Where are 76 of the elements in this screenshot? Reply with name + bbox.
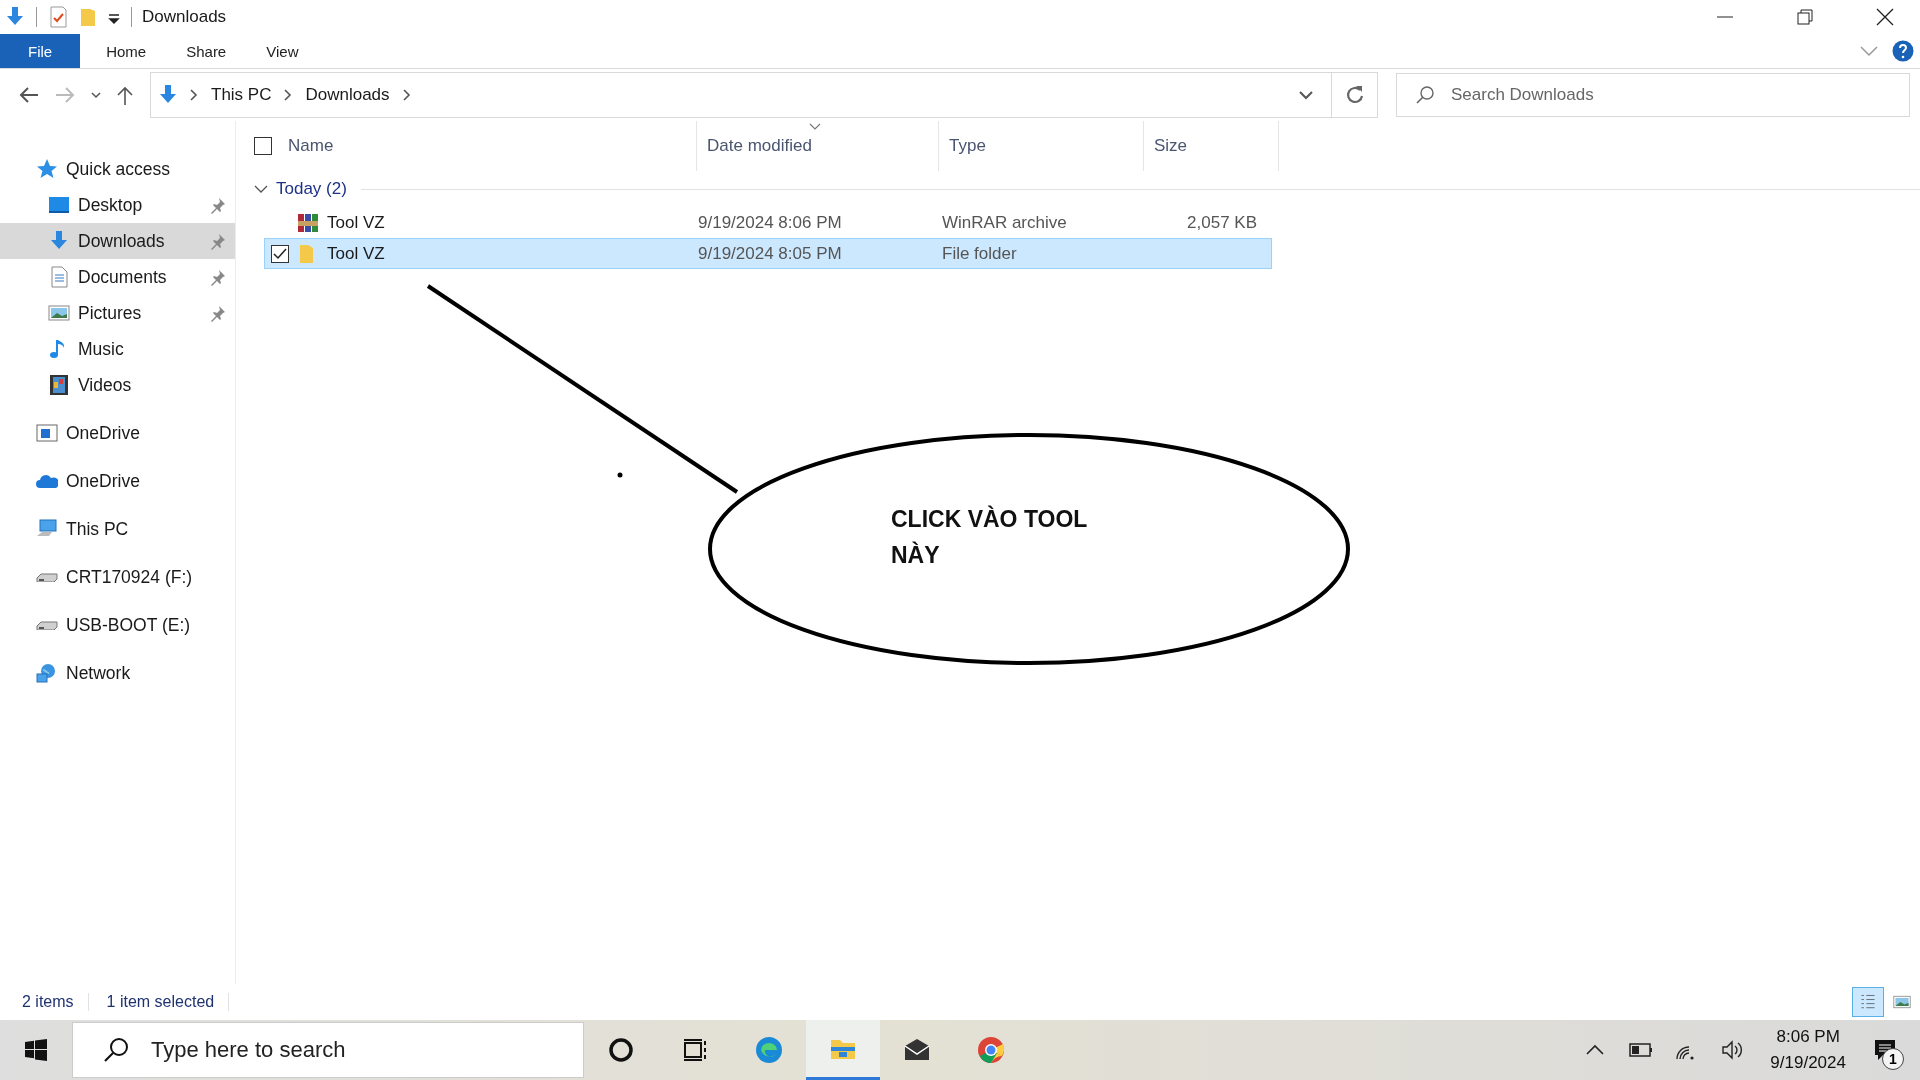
callout-text: CLICK VÀO TOOL NÀY	[891, 504, 1088, 570]
drive-icon	[36, 620, 58, 630]
window-title: Downloads	[142, 7, 228, 27]
pin-icon[interactable]	[209, 196, 227, 214]
pin-icon[interactable]	[209, 232, 227, 250]
picture-icon	[48, 302, 70, 324]
chrome-icon	[977, 1036, 1005, 1064]
chevron-down-icon	[1298, 90, 1314, 100]
address-bar[interactable]: This PC Downloads	[150, 72, 1378, 118]
ribbon-tab[interactable]: View	[246, 34, 319, 68]
details-view-button[interactable]	[1852, 987, 1884, 1017]
sidebar-item[interactable]: CRT170924 (F:)	[0, 559, 235, 595]
notification-center-button[interactable]: 1	[1860, 1020, 1910, 1080]
sidebar-item[interactable]: OneDrive	[0, 415, 235, 451]
help-icon[interactable]	[1892, 40, 1914, 62]
minimize-icon	[1717, 16, 1733, 18]
archive-books-icon	[297, 211, 319, 234]
breadcrumb[interactable]: Downloads	[303, 85, 392, 105]
windows-logo-icon	[24, 1038, 48, 1062]
sidebar-item[interactable]: OneDrive	[0, 463, 235, 499]
selection-info: 1 item selected	[106, 993, 230, 1011]
file-menu-tab[interactable]: File	[0, 34, 81, 68]
refresh-icon	[1344, 85, 1365, 105]
pin-icon[interactable]	[209, 268, 227, 286]
taskbar-search-box[interactable]: Type here to search	[72, 1022, 584, 1078]
file-row[interactable]: Tool VZ 9/19/2024 8:05 PM File folder	[264, 238, 1272, 269]
breadcrumb[interactable]: This PC	[209, 85, 274, 105]
row-checkbox[interactable]	[271, 244, 289, 263]
up-arrow-icon	[116, 85, 134, 105]
left-arrow-icon	[18, 85, 40, 105]
monitor-icon	[48, 194, 70, 216]
file-row[interactable]: Tool VZ 9/19/2024 8:06 PM WinRAR archive 2,057 KB	[264, 207, 1272, 238]
chevron-right-icon[interactable]	[283, 88, 294, 102]
circle-icon	[607, 1036, 635, 1064]
search-icon	[103, 1037, 129, 1063]
star-icon	[36, 158, 58, 180]
sidebar-item[interactable]: Desktop	[0, 187, 235, 223]
item-count: 2 items	[22, 993, 89, 1011]
pin-icon[interactable]	[209, 304, 227, 322]
column-header[interactable]: Size	[1144, 121, 1279, 171]
restore-icon	[1797, 9, 1813, 25]
sidebar-item[interactable]: This PC	[0, 511, 235, 547]
column-header[interactable]: Date modified	[697, 121, 939, 171]
checkmark-document-icon[interactable]	[47, 6, 69, 28]
sidebar-item[interactable]: Quick access	[0, 151, 235, 187]
search-icon	[1415, 85, 1435, 105]
sidebar-item[interactable]: Pictures	[0, 295, 235, 331]
film-icon	[48, 374, 70, 396]
drive-icon	[36, 572, 58, 582]
sidebar-item[interactable]: Documents	[0, 259, 235, 295]
ribbon-tab[interactable]: Share	[166, 34, 247, 68]
sidebar-item[interactable]: Videos	[0, 367, 235, 403]
edge-icon	[755, 1036, 783, 1064]
taskbar-search-field[interactable]: Type here to search	[149, 1024, 583, 1076]
chevron-down-icon[interactable]	[254, 184, 268, 194]
group-header[interactable]: Today (2)	[276, 179, 347, 199]
notification-count: 1	[1882, 1048, 1904, 1070]
ribbon-tab[interactable]: Home	[86, 34, 167, 68]
column-header[interactable]: Type	[939, 121, 1144, 171]
right-arrow-icon	[54, 85, 76, 105]
chevron-right-icon[interactable]	[189, 88, 199, 102]
document-icon	[48, 266, 70, 288]
chevron-right-icon[interactable]	[401, 88, 412, 102]
select-all-checkbox[interactable]	[254, 137, 272, 155]
sidebar-item[interactable]: Downloads	[0, 223, 235, 259]
checkmark-icon	[273, 246, 287, 261]
dot	[617, 472, 623, 478]
clock[interactable]: 8:06 PM 9/19/2024	[1756, 1024, 1860, 1076]
column-header[interactable]: Name	[288, 121, 697, 171]
sidebar-item[interactable]: Music	[0, 331, 235, 367]
task-view-icon	[681, 1036, 709, 1064]
globe-icon	[36, 662, 58, 684]
window-icon	[36, 422, 58, 444]
close-icon	[1876, 8, 1894, 26]
sidebar-item[interactable]: USB-BOOT (E:)	[0, 607, 235, 643]
sidebar-item[interactable]: Network	[0, 655, 235, 691]
